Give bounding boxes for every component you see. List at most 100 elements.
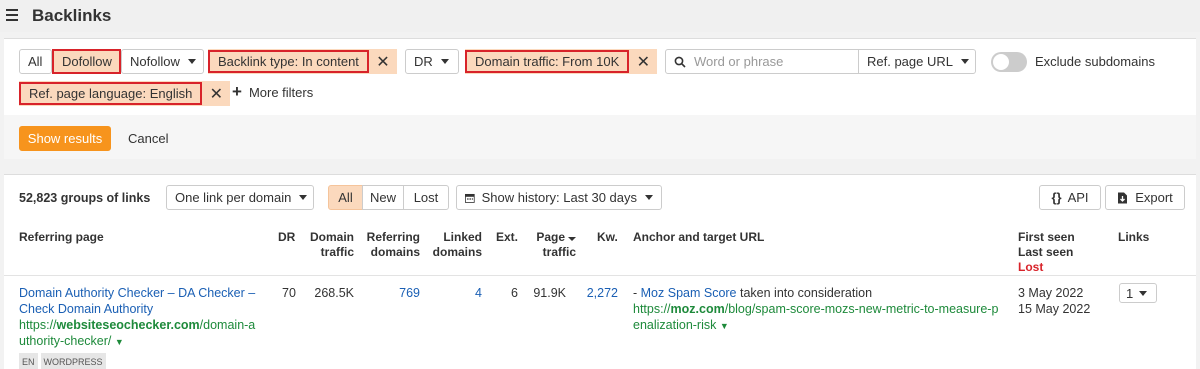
api-label: API — [1067, 190, 1089, 205]
dr-label: DR — [414, 54, 433, 69]
exclude-subdomains-toggle[interactable] — [991, 52, 1027, 72]
anchor-text: - Moz Spam Score taken into consideratio… — [633, 286, 873, 300]
export-icon — [1118, 192, 1128, 203]
chevron-down-icon — [961, 59, 969, 64]
domain-traffic-chip[interactable]: Domain traffic: From 10K ✕ — [465, 49, 658, 74]
seen-dates: 3 May 2022 15 May 2022 — [1018, 285, 1090, 317]
col-linked-domains-line1: Linked — [443, 230, 482, 244]
linked-domains-value[interactable]: 4 — [432, 285, 482, 301]
links-count: 1 — [1126, 285, 1134, 301]
results-panel: 52,823 groups of links One link per doma… — [4, 174, 1196, 369]
tag-language: EN — [19, 353, 38, 369]
filter-nofollow-dropdown[interactable]: Nofollow — [121, 49, 204, 74]
backlink-type-chip[interactable]: Backlink type: In content ✕ — [208, 49, 397, 74]
first-seen-date: 3 May 2022 — [1018, 286, 1084, 300]
close-icon[interactable]: ✕ — [369, 49, 397, 74]
col-referring-domains[interactable]: Referring domains — [364, 230, 420, 260]
close-icon[interactable]: ✕ — [629, 49, 657, 74]
col-links[interactable]: Links — [1118, 230, 1149, 245]
ref-page-url-label: Ref. page URL — [867, 54, 953, 69]
col-first-seen: First seen — [1018, 230, 1075, 244]
segment-new-button[interactable]: New — [362, 185, 404, 210]
page-tags: EN WORDPRESS — [19, 353, 269, 369]
col-linked-domains[interactable]: Linked domains — [432, 230, 482, 260]
page-traffic-value: 91.9K — [533, 286, 566, 300]
anchor-link[interactable]: Moz Spam Score — [641, 286, 737, 300]
export-button[interactable]: Export — [1105, 185, 1185, 210]
ext-value: 6 — [511, 286, 518, 300]
col-keywords[interactable]: Kw. — [597, 230, 618, 245]
keywords-value[interactable]: 2,272 — [580, 285, 618, 301]
sort-desc-icon — [568, 237, 576, 241]
filter-actions-bar: Show results Cancel — [4, 115, 1196, 159]
search-placeholder: Word or phrase — [694, 54, 784, 69]
col-domain-traffic-line2: traffic — [320, 245, 354, 259]
col-domain-traffic[interactable]: Domain traffic — [310, 230, 354, 260]
col-dr[interactable]: DR — [278, 230, 295, 245]
col-page-traffic-line1: Page — [530, 230, 576, 245]
tag-cms: WORDPRESS — [40, 353, 106, 369]
col-first-last-seen[interactable]: First seen Last seen Lost — [1018, 230, 1075, 275]
grouping-dropdown[interactable]: One link per domain — [166, 185, 314, 210]
chevron-down-icon — [187, 59, 196, 64]
referring-page-url[interactable]: https://websiteseochecker.com/domain-a u… — [19, 317, 269, 350]
col-ext[interactable]: Ext. — [496, 230, 518, 245]
chevron-down-icon — [645, 195, 653, 200]
api-button[interactable]: {} API — [1039, 185, 1101, 210]
dr-value: 70 — [282, 286, 296, 300]
links-dropdown[interactable]: 1 — [1119, 283, 1157, 303]
col-page-traffic-line2: traffic — [542, 245, 576, 259]
search-input[interactable]: Word or phrase — [665, 49, 859, 74]
domain-traffic-value: 268.5K — [314, 286, 354, 300]
chevron-down-icon — [299, 195, 308, 200]
target-url[interactable]: https://moz.com/blog/spam-score-mozs-new… — [633, 301, 1013, 334]
exclude-subdomains-label: Exclude subdomains — [1035, 54, 1155, 69]
nofollow-label: Nofollow — [130, 54, 180, 69]
grouping-label: One link per domain — [175, 190, 292, 205]
dr-filter-dropdown[interactable]: DR — [405, 49, 459, 74]
page-language-chip[interactable]: Ref. page language: English ✕ — [19, 81, 231, 106]
show-results-button[interactable]: Show results — [19, 126, 111, 151]
col-last-seen: Last seen — [1018, 245, 1074, 259]
search-icon — [674, 56, 686, 68]
col-ref-domains-line1: Referring — [366, 230, 420, 244]
col-page-traffic[interactable]: Page traffic — [530, 230, 576, 260]
filter-all-button[interactable]: All — [19, 49, 52, 74]
last-seen-date: 15 May 2022 — [1018, 302, 1091, 316]
calendar-icon — [465, 193, 475, 203]
col-referring-page[interactable]: Referring page — [19, 230, 104, 245]
ref-page-url-dropdown[interactable]: Ref. page URL — [858, 49, 976, 74]
col-ref-domains-line2: domains — [370, 245, 420, 259]
cancel-button[interactable]: Cancel — [128, 131, 168, 147]
results-count: 52,823 groups of links — [19, 191, 151, 205]
col-domain-traffic-line1: Domain — [310, 230, 355, 244]
filter-panel: All Dofollow Nofollow Backlink type: In … — [4, 38, 1196, 159]
close-icon[interactable]: ✕ — [202, 81, 230, 106]
plus-icon: + — [232, 82, 242, 101]
col-anchor-target[interactable]: Anchor and target URL — [633, 230, 764, 245]
referring-page-cell: Domain Authority Checker – DA Checker – … — [19, 285, 269, 369]
backlink-type-label: Backlink type: In content — [208, 50, 369, 73]
domain-traffic-label: Domain traffic: From 10K — [465, 50, 630, 73]
col-linked-domains-line2: domains — [432, 245, 482, 259]
header-divider — [4, 275, 1196, 276]
page-language-label: Ref. page language: English — [19, 82, 203, 105]
referring-domains-value[interactable]: 769 — [364, 285, 420, 301]
more-filters-label: More filters — [248, 85, 314, 100]
chevron-down-icon — [440, 59, 449, 64]
referring-page-title[interactable]: Domain Authority Checker – DA Checker – … — [19, 285, 269, 317]
segment-all-button[interactable]: All — [328, 185, 363, 210]
col-lost: Lost — [1018, 260, 1044, 274]
top-bar: Backlinks — [0, 0, 1200, 32]
history-label: Show history: Last 30 days — [481, 190, 637, 205]
page-title: Backlinks — [32, 6, 112, 25]
anchor-target-cell: - Moz Spam Score taken into consideratio… — [633, 285, 1013, 334]
code-icon: {} — [1051, 190, 1062, 205]
history-dropdown[interactable]: Show history: Last 30 days — [456, 185, 662, 210]
menu-icon[interactable] — [6, 9, 18, 21]
more-filters-button[interactable]: + More filters — [232, 82, 314, 101]
chevron-down-icon — [1139, 290, 1148, 296]
segment-lost-button[interactable]: Lost — [403, 185, 449, 210]
filter-dofollow-button[interactable]: Dofollow — [52, 49, 121, 74]
export-label: Export — [1135, 190, 1173, 205]
